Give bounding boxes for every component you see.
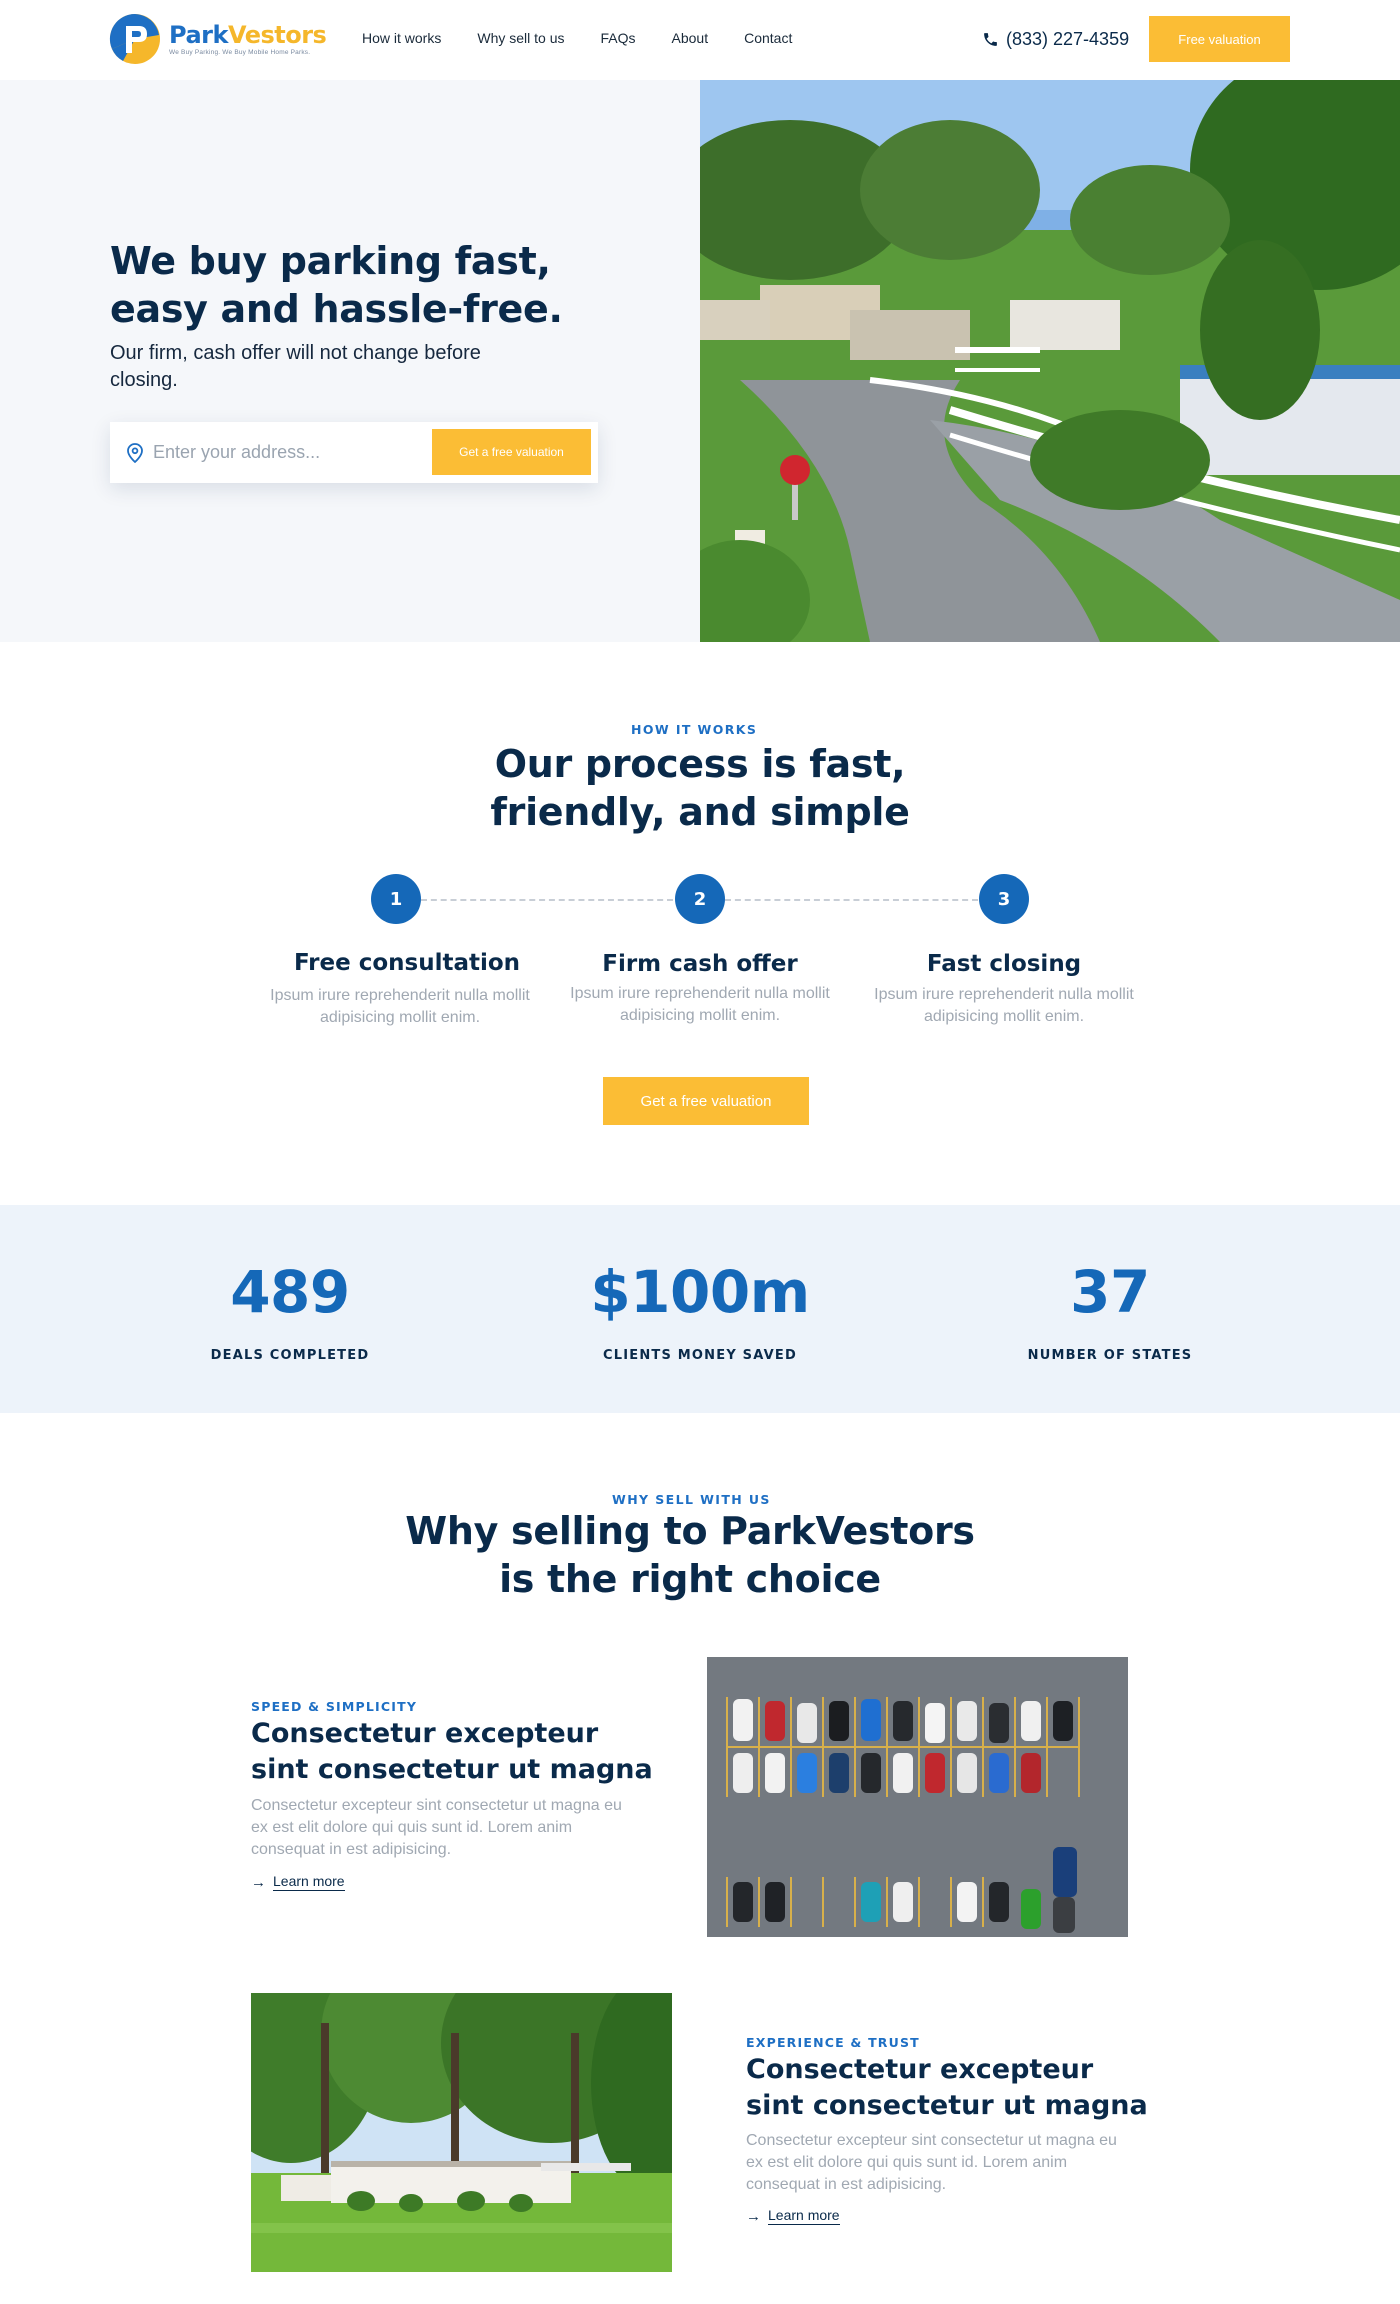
why-eyebrow: Why sell with us bbox=[612, 1492, 771, 1507]
hero-image bbox=[700, 80, 1400, 642]
parking-lot-image bbox=[707, 1657, 1128, 1937]
feature-text-2: Consectetur excepteur sint consectetur u… bbox=[746, 2132, 1117, 2193]
step-text-2: Ipsum irure reprehenderit nulla mollit a… bbox=[570, 985, 830, 1024]
process-valuation-button[interactable]: Get a free valuation bbox=[603, 1077, 809, 1125]
nav-links: How it works Why sell to us FAQs About C… bbox=[362, 30, 828, 46]
logo-tagline: We Buy Parking. We Buy Mobile Home Parks… bbox=[169, 49, 311, 56]
nav-link-why-sell[interactable]: Why sell to us bbox=[477, 30, 564, 46]
step-connector bbox=[725, 899, 978, 901]
step-title-1: Free consultation bbox=[293, 950, 521, 976]
free-valuation-button[interactable]: Free valuation bbox=[1149, 16, 1290, 62]
step-number-3: 3 bbox=[979, 874, 1029, 924]
logo-name: ParkVestors bbox=[169, 21, 327, 49]
process-title: Our process is fast, friendly, and simple bbox=[490, 742, 910, 834]
step-number-2: 2 bbox=[675, 874, 725, 924]
why-title: Why selling to ParkVestors is the right c… bbox=[405, 1509, 975, 1601]
process-eyebrow: How it works bbox=[631, 722, 758, 737]
location-pin-icon bbox=[127, 442, 143, 463]
arrow-right-icon: → bbox=[251, 1873, 266, 1891]
step-title-2: Firm cash offer bbox=[602, 951, 798, 977]
address-input[interactable] bbox=[153, 442, 413, 463]
stat-states-label: Number of states bbox=[1027, 1348, 1193, 1363]
step-text-3: Ipsum irure reprehenderit nulla mollit a… bbox=[874, 986, 1134, 1025]
nav-link-about[interactable]: About bbox=[672, 30, 709, 46]
feature-eyebrow-2: Experience & trust bbox=[746, 2035, 920, 2050]
step-number-1: 1 bbox=[371, 874, 421, 924]
step-connector bbox=[421, 899, 673, 901]
get-valuation-button[interactable]: Get a free valuation bbox=[432, 429, 591, 475]
feature-title-2: Consectetur excepteur sint consectetur ut… bbox=[746, 2054, 1148, 2121]
nav-link-faqs[interactable]: FAQs bbox=[601, 30, 636, 46]
phone-number: (833) 227-4359 bbox=[1006, 29, 1130, 49]
address-form: Get a free valuation bbox=[110, 422, 598, 483]
phone-link[interactable]: (833) 227-4359 bbox=[982, 29, 1129, 50]
hero-subtitle: Our firm, cash offer will not change bef… bbox=[110, 342, 481, 391]
logo-icon bbox=[109, 13, 161, 65]
stat-savings-value: $100m bbox=[590, 1258, 810, 1326]
nav-link-how-it-works[interactable]: How it works bbox=[362, 30, 441, 46]
feature-text-1: Consectetur excepteur sint consectetur u… bbox=[251, 1797, 622, 1858]
hero-title: We buy parking fast, easy and hassle-free… bbox=[110, 239, 563, 331]
logo[interactable]: ParkVestors We Buy Parking. We Buy Mobil… bbox=[109, 13, 327, 65]
mobile-home-image bbox=[251, 1993, 672, 2272]
feature-eyebrow-1: Speed & simplicity bbox=[251, 1699, 418, 1714]
stat-deals-value: 489 bbox=[230, 1258, 350, 1326]
step-text-1: Ipsum irure reprehenderit nulla mollit a… bbox=[270, 987, 530, 1026]
phone-icon bbox=[984, 33, 997, 46]
arrow-right-icon: → bbox=[746, 2207, 761, 2225]
learn-more-link-1[interactable]: → Learn more bbox=[251, 1873, 345, 1891]
stat-states-value: 37 bbox=[1070, 1258, 1150, 1326]
stat-deals-label: Deals completed bbox=[210, 1348, 370, 1363]
learn-more-link-2[interactable]: → Learn more bbox=[746, 2207, 840, 2225]
top-nav: ParkVestors We Buy Parking. We Buy Mobil… bbox=[0, 0, 1400, 80]
feature-title-1: Consectetur excepteur sint consectetur ut… bbox=[251, 1718, 653, 1785]
stat-savings-label: Clients money saved bbox=[603, 1348, 797, 1363]
step-title-3: Fast closing bbox=[926, 951, 1082, 977]
nav-link-contact[interactable]: Contact bbox=[744, 30, 792, 46]
